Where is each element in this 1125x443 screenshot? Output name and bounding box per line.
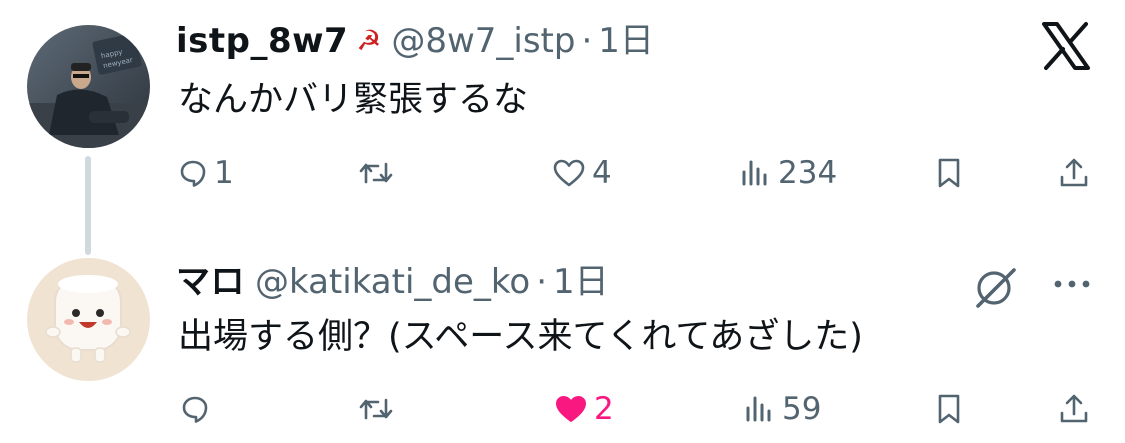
share-button[interactable] (1058, 384, 1090, 434)
views-button[interactable]: 234 (740, 148, 837, 198)
avatar[interactable] (27, 258, 150, 381)
bookmark-icon (934, 157, 964, 189)
grok-icon[interactable] (970, 262, 1020, 312)
repost-icon (358, 158, 394, 188)
separator: · (536, 262, 547, 302)
action-bar: 2 59 (0, 384, 1125, 434)
like-count: 4 (592, 155, 612, 191)
tweet-header: istp_8w7 ☭ @8w7_istp · 1日 (176, 21, 654, 61)
tweet-text: なんかバリ緊張するな (178, 80, 529, 120)
action-bar: 1 4 234 (0, 148, 1125, 198)
name-emoji: ☭ (356, 24, 382, 57)
handle[interactable]: @katikati_de_ko (255, 262, 530, 302)
repost-button[interactable] (358, 148, 400, 198)
reply-count: 1 (214, 155, 234, 191)
bookmark-icon (934, 393, 964, 425)
views-count: 234 (778, 155, 838, 191)
repost-icon (358, 394, 394, 424)
tweet-thread: happy newyear istp_8w7 ☭ @8w7_istp · 1日 … (0, 0, 1125, 443)
heart-icon (554, 394, 588, 424)
reply-button[interactable] (180, 384, 216, 434)
heart-icon (552, 158, 586, 188)
bookmark-button[interactable] (934, 148, 964, 198)
views-icon (740, 158, 772, 188)
more-icon[interactable] (1050, 272, 1094, 296)
share-button[interactable] (1058, 148, 1090, 198)
timestamp[interactable]: 1日 (553, 262, 609, 302)
tweet-header: マロ @katikati_de_ko · 1日 (176, 262, 609, 302)
repost-button[interactable] (358, 384, 400, 434)
reply-icon (180, 394, 210, 424)
handle[interactable]: @8w7_istp (391, 21, 575, 61)
like-button[interactable]: 4 (552, 148, 612, 198)
bookmark-button[interactable] (934, 384, 964, 434)
views-count: 59 (782, 391, 822, 427)
timestamp[interactable]: 1日 (598, 21, 654, 61)
views-button[interactable]: 59 (744, 384, 821, 434)
views-icon (744, 394, 776, 424)
x-logo-icon[interactable] (1040, 20, 1092, 72)
display-name[interactable]: マロ (176, 262, 245, 302)
share-icon (1058, 393, 1090, 425)
avatar[interactable]: happy newyear (27, 25, 150, 148)
separator: · (581, 21, 593, 61)
reply-button[interactable]: 1 (178, 148, 234, 198)
reply-icon (178, 158, 208, 188)
display-name[interactable]: istp_8w7 (176, 21, 348, 61)
like-button[interactable]: 2 (554, 384, 614, 434)
tweet-text: 出場する側？(スペース来てくれてあざした) (178, 317, 863, 357)
share-icon (1058, 157, 1090, 189)
like-count: 2 (594, 391, 614, 427)
